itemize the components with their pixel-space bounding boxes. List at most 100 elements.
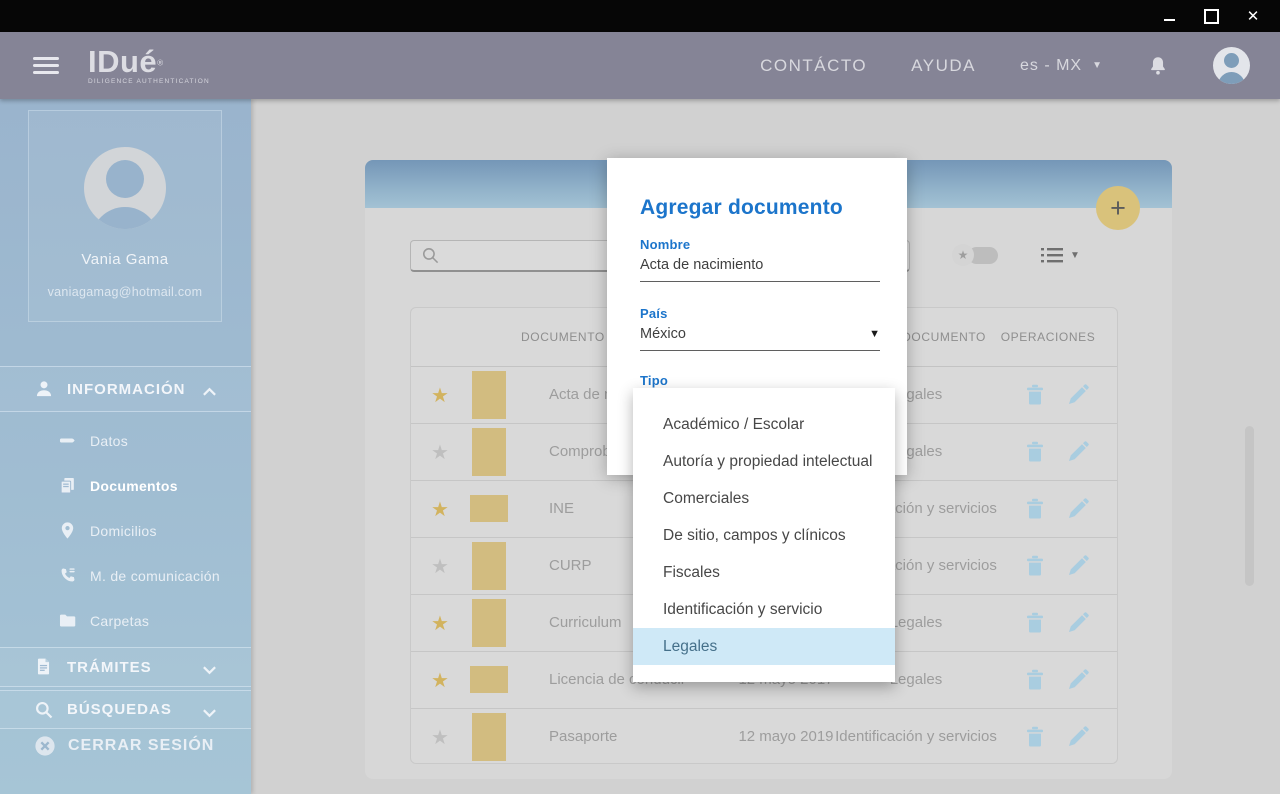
favorite-star-icon[interactable]: ★ [427, 383, 453, 408]
delete-icon[interactable] [1023, 611, 1047, 635]
sidebar-item-carpetas[interactable]: Carpetas [0, 598, 251, 643]
add-document-button[interactable]: + [1096, 186, 1140, 230]
modal-title: Agregar documento [640, 196, 907, 220]
person-icon [34, 379, 54, 399]
document-name[interactable]: Curriculum [549, 614, 622, 631]
notifications-bell-icon[interactable] [1147, 54, 1169, 78]
phone-icon [58, 566, 77, 585]
app-header: IDué® DILIGENCE AUTHENTICATION CONTÁCTO … [0, 32, 1280, 99]
search-icon [34, 700, 54, 720]
column-header-documento: DOCUMENTO [521, 330, 605, 344]
language-selector[interactable]: es - MX ▼ [1020, 57, 1103, 75]
sidebar-item-comunicacion[interactable]: M. de comunicación [0, 553, 251, 598]
delete-icon[interactable] [1023, 497, 1047, 521]
dropdown-option[interactable]: Académico / Escolar [633, 406, 895, 443]
documents-icon [58, 476, 77, 495]
delete-icon[interactable] [1023, 383, 1047, 407]
chevron-down-icon [202, 705, 217, 715]
sidebar-item-label: Domicilios [90, 523, 157, 539]
view-mode-selector[interactable]: ▼ [1041, 247, 1080, 264]
nav-ayuda[interactable]: AYUDA [911, 56, 976, 76]
document-thumbnail[interactable] [472, 713, 506, 761]
sidebar-item-domicilios[interactable]: Domicilios [0, 508, 251, 553]
chevron-down-icon: ▼ [869, 328, 880, 340]
sidebar-section-tramites[interactable]: TRÁMITES [0, 648, 251, 686]
logout-x-icon [34, 735, 56, 757]
document-thumbnail[interactable] [472, 599, 506, 647]
pais-value: México [640, 326, 686, 342]
language-value: es - MX [1020, 57, 1082, 75]
document-thumbnail[interactable] [470, 666, 508, 693]
tipo-dropdown-menu: Académico / Escolar Autoría y propiedad … [633, 388, 895, 682]
sidebar-section-informacion[interactable]: INFORMACIÓN [0, 367, 251, 411]
edit-icon[interactable] [1066, 611, 1090, 635]
sidebar-item-label: Datos [90, 433, 128, 449]
header-nav: CONTÁCTO AYUDA es - MX ▼ [760, 47, 1250, 84]
scrollbar[interactable] [1245, 426, 1254, 586]
field-label-nombre: Nombre [640, 237, 907, 252]
dropdown-option-highlighted[interactable]: Legales [633, 628, 895, 665]
favorite-star-icon[interactable]: ★ [427, 440, 453, 465]
favorite-star-icon[interactable]: ★ [427, 554, 453, 579]
search-icon [421, 246, 440, 265]
registered-mark: ® [157, 58, 163, 67]
document-name[interactable]: CURP [549, 557, 592, 574]
favorite-star-icon[interactable]: ★ [427, 611, 453, 636]
close-icon[interactable]: ✕ [1244, 7, 1262, 25]
table-row: ★ Pasaporte 12 mayo 2019 Identificación … [411, 708, 1117, 765]
section-label: INFORMACIÓN [67, 381, 186, 398]
logo-text: IDué [88, 44, 157, 79]
sidebar-item-label: M. de comunicación [90, 568, 220, 584]
list-view-icon [1041, 247, 1063, 264]
edit-icon[interactable] [1066, 668, 1090, 692]
delete-icon[interactable] [1023, 440, 1047, 464]
document-name[interactable]: Pasaporte [549, 728, 617, 745]
document-category: Identificación y servicios [826, 728, 1006, 745]
map-pin-icon [58, 521, 77, 540]
user-avatar[interactable] [1213, 47, 1250, 84]
edit-icon[interactable] [1066, 725, 1090, 749]
delete-icon[interactable] [1023, 668, 1047, 692]
nav-contacto[interactable]: CONTÁCTO [760, 56, 867, 76]
dropdown-option[interactable]: Fiscales [633, 554, 895, 591]
chevron-down-icon: ▼ [1092, 60, 1103, 71]
pais-select[interactable]: México ▼ [640, 326, 880, 351]
sidebar-item-documentos[interactable]: Documentos [0, 463, 251, 508]
section-label: BÚSQUEDAS [67, 701, 172, 718]
sidebar-item-datos[interactable]: Datos [0, 418, 251, 463]
document-thumbnail[interactable] [470, 495, 508, 522]
document-thumbnail[interactable] [472, 542, 506, 590]
chevron-down-icon [202, 662, 217, 672]
card-icon [58, 431, 77, 450]
delete-icon[interactable] [1023, 554, 1047, 578]
edit-icon[interactable] [1066, 383, 1090, 407]
logout-button[interactable]: CERRAR SESIÓN [0, 731, 251, 761]
favorite-star-icon[interactable]: ★ [427, 725, 453, 750]
document-thumbnail[interactable] [472, 428, 506, 476]
document-name[interactable]: INE [549, 500, 574, 517]
sidebar: Vania Gama vaniagamag@hotmail.com INFORM… [0, 99, 251, 794]
favorite-star-icon[interactable]: ★ [427, 497, 453, 522]
edit-icon[interactable] [1066, 554, 1090, 578]
sidebar-section-busquedas[interactable]: BÚSQUEDAS [0, 691, 251, 728]
nombre-input[interactable]: Acta de nacimiento [640, 257, 880, 282]
maximize-icon[interactable] [1202, 7, 1220, 25]
app-logo: IDué® DILIGENCE AUTHENTICATION [88, 46, 210, 86]
dropdown-option[interactable]: Autoría y propiedad intelectual [633, 443, 895, 480]
favorites-filter-toggle[interactable]: ★ [952, 244, 998, 266]
nombre-value: Acta de nacimiento [640, 257, 763, 273]
logout-label: CERRAR SESIÓN [68, 737, 214, 755]
minimize-icon[interactable] [1160, 7, 1178, 25]
dropdown-option[interactable]: Identificación y servicio [633, 591, 895, 628]
dropdown-option[interactable]: De sitio, campos y clínicos [633, 517, 895, 554]
profile-card: Vania Gama vaniagamag@hotmail.com [28, 110, 222, 322]
favorite-star-icon[interactable]: ★ [427, 668, 453, 693]
dropdown-option[interactable]: Comerciales [633, 480, 895, 517]
profile-name: Vania Gama [29, 251, 221, 268]
edit-icon[interactable] [1066, 497, 1090, 521]
delete-icon[interactable] [1023, 725, 1047, 749]
edit-icon[interactable] [1066, 440, 1090, 464]
menu-icon[interactable] [33, 57, 59, 74]
profile-avatar[interactable] [84, 147, 166, 229]
document-thumbnail[interactable] [472, 371, 506, 419]
